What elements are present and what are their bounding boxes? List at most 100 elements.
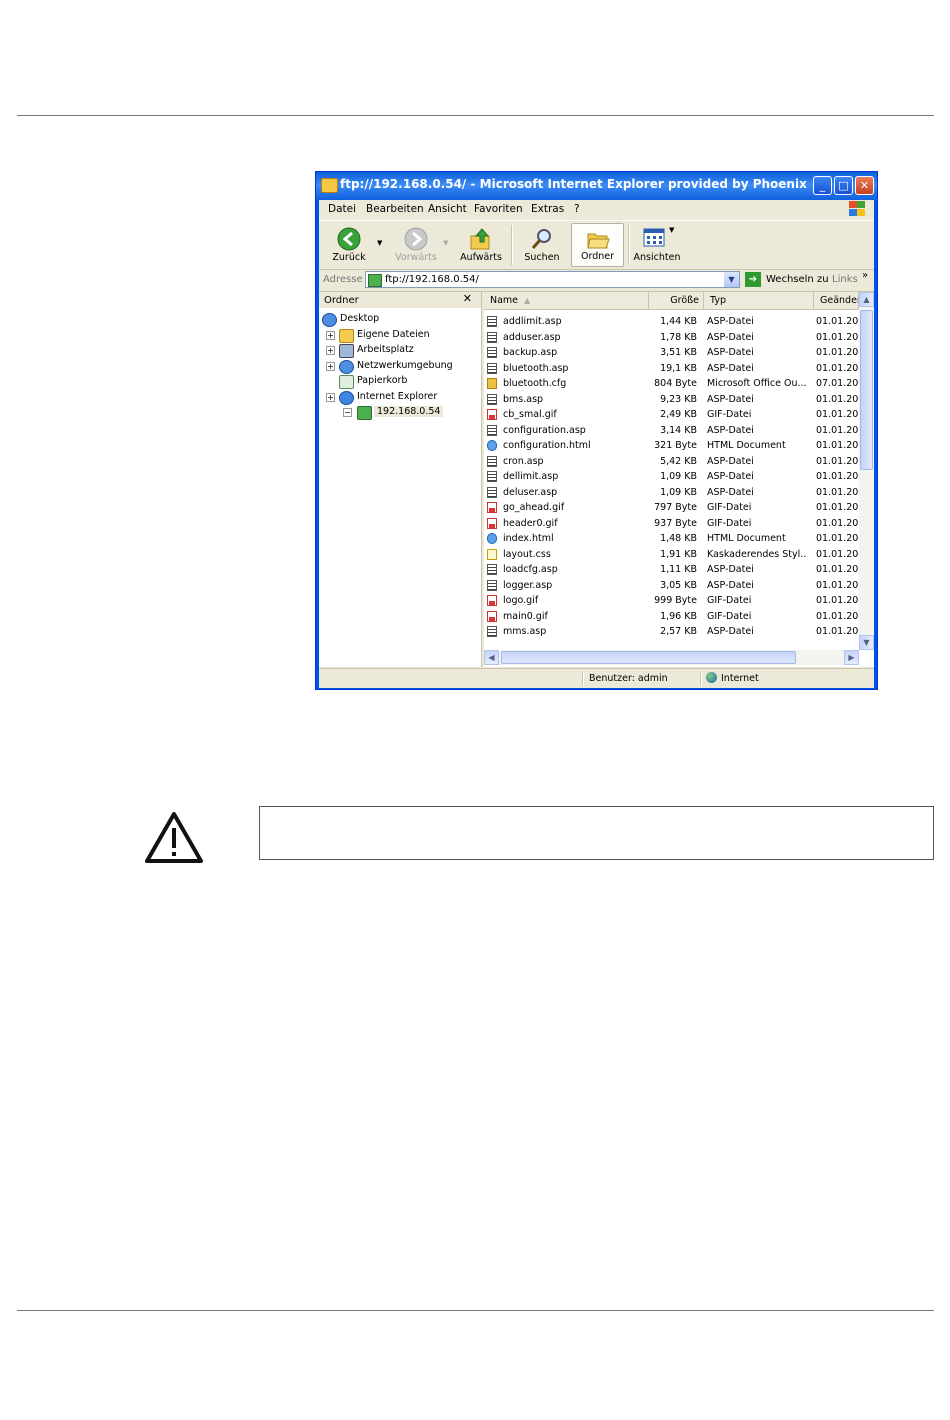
- table-row[interactable]: adduser.asp 1,78 KB ASP-Datei 01.01.200: [484, 331, 859, 346]
- table-row[interactable]: main0.gif 1,96 KB GIF-Datei 01.01.200: [484, 610, 859, 625]
- folder-icon: [587, 233, 610, 249]
- column-size[interactable]: Größe: [649, 292, 704, 309]
- table-row[interactable]: backup.asp 3,51 KB ASP-Datei 01.01.200: [484, 346, 859, 361]
- collapse-icon[interactable]: −: [343, 408, 352, 417]
- column-type[interactable]: Typ: [704, 292, 814, 309]
- window-title: ftp://192.168.0.54/ - Microsoft Internet…: [340, 177, 810, 191]
- table-row[interactable]: loadcfg.asp 1,11 KB ASP-Datei 01.01.200: [484, 563, 859, 578]
- up-button[interactable]: Aufwärts: [455, 223, 507, 267]
- links-button[interactable]: Links: [832, 274, 858, 285]
- file-date: 01.01.200: [816, 564, 859, 575]
- file-name: bluetooth.cfg: [503, 378, 567, 389]
- column-date[interactable]: Geändert: [814, 292, 859, 309]
- forward-dropdown-icon[interactable]: ▼: [443, 239, 448, 247]
- views-button[interactable]: ▼ Ansichten: [633, 223, 681, 267]
- expand-icon[interactable]: +: [326, 346, 335, 355]
- file-type: GIF-Datei: [707, 517, 752, 529]
- file-type: ASP-Datei: [707, 455, 754, 467]
- file-date: 01.01.200: [816, 331, 859, 343]
- table-row[interactable]: bluetooth.asp 19,1 KB ASP-Datei 01.01.200: [484, 362, 859, 377]
- toolbar: Zurück ▼ Vorwärts ▼ Aufwärts Suchen Ordn…: [319, 220, 874, 270]
- menu-extras[interactable]: Extras: [531, 203, 564, 215]
- table-row[interactable]: deluser.asp 1,09 KB ASP-Datei 01.01.200: [484, 486, 859, 501]
- table-row[interactable]: bluetooth.cfg 804 Byte Microsoft Office Ou…: [484, 377, 859, 392]
- table-row[interactable]: configuration.asp 3,14 KB ASP-Datei 01.01.2…: [484, 424, 859, 439]
- file-date: 01.01.200: [816, 610, 859, 622]
- table-row[interactable]: logo.gif 999 Byte GIF-Datei 01.01.200: [484, 594, 859, 609]
- folder-icon: [321, 178, 338, 193]
- table-row[interactable]: bms.asp 9,23 KB ASP-Datei 01.01.200: [484, 393, 859, 408]
- menu-favoriten[interactable]: Favoriten: [474, 203, 523, 215]
- file-date: 01.01.200: [816, 316, 859, 327]
- close-button[interactable]: ✕: [855, 176, 874, 195]
- go-label: Wechseln zu: [766, 274, 829, 285]
- back-dropdown-icon[interactable]: ▼: [377, 239, 382, 247]
- forward-button[interactable]: Vorwärts: [391, 223, 441, 267]
- table-row[interactable]: addlimit.asp 1,44 KB ASP-Datei 01.01.200: [484, 315, 859, 330]
- table-row[interactable]: layout.css 1,91 KB Kaskaderendes Styl... 01…: [484, 548, 859, 563]
- file-name: dellimit.asp: [503, 471, 559, 482]
- chevron-right-icon[interactable]: »: [862, 270, 868, 281]
- maximize-button[interactable]: □: [834, 176, 853, 195]
- table-row[interactable]: mms.asp 2,57 KB ASP-Datei 01.01.200: [484, 625, 859, 640]
- sort-up-icon: ▲: [524, 296, 531, 305]
- file-date: 01.01.200: [816, 579, 859, 591]
- scroll-up-icon[interactable]: ▲: [859, 292, 874, 307]
- table-row[interactable]: index.html 1,48 KB HTML Document 01.01.200: [484, 532, 859, 547]
- scroll-right-icon[interactable]: ▶: [844, 650, 859, 665]
- file-size: 1,09 KB: [660, 486, 697, 498]
- file-date: 01.01.200: [816, 517, 859, 529]
- menu-bearbeiten[interactable]: Bearbeiten: [366, 203, 424, 215]
- file-date: 01.01.200: [816, 533, 859, 544]
- status-separator: [700, 671, 702, 686]
- file-cfg-icon: [487, 378, 497, 389]
- search-button[interactable]: Suchen: [517, 223, 567, 267]
- table-row[interactable]: configuration.html 321 Byte HTML Document 0…: [484, 439, 859, 454]
- menu-bar: Datei Bearbeiten Ansicht Favoriten Extra…: [319, 200, 874, 219]
- close-icon[interactable]: ✕: [463, 292, 472, 305]
- expand-icon[interactable]: +: [326, 331, 335, 340]
- file-type: GIF-Datei: [707, 610, 752, 622]
- table-row[interactable]: header0.gif 937 Byte GIF-Datei 01.01.200: [484, 517, 859, 532]
- scroll-down-icon[interactable]: ▼: [859, 635, 874, 650]
- views-label: Ansichten: [633, 252, 681, 263]
- chevron-down-icon[interactable]: ▼: [724, 272, 739, 287]
- table-row[interactable]: go_ahead.gif 797 Byte GIF-Datei 01.01.200: [484, 501, 859, 516]
- file-size: 9,23 KB: [660, 393, 697, 405]
- folders-button[interactable]: Ordner: [571, 223, 624, 267]
- file-size: 321 Byte: [654, 440, 697, 451]
- folder-pane: Ordner ✕ Desktop + Eigene Dateien + Arbe…: [319, 292, 482, 667]
- address-input[interactable]: ftp://192.168.0.54/ ▼: [365, 271, 740, 288]
- title-bar[interactable]: ftp://192.168.0.54/ - Microsoft Internet…: [316, 172, 877, 200]
- views-dropdown-icon: ▼: [669, 226, 675, 234]
- horizontal-scrollbar[interactable]: ◀ ▶: [484, 650, 859, 665]
- scroll-thumb[interactable]: [860, 310, 873, 470]
- file-asp-icon: [487, 486, 497, 498]
- vertical-scrollbar[interactable]: ▲ ▼: [859, 292, 874, 650]
- file-name: cron.asp: [503, 455, 544, 467]
- file-size: 3,14 KB: [660, 424, 697, 436]
- toolbar-separator: [511, 225, 513, 265]
- table-row[interactable]: dellimit.asp 1,09 KB ASP-Datei 01.01.200: [484, 470, 859, 485]
- window-client: Datei Bearbeiten Ansicht Favoriten Extra…: [319, 200, 874, 688]
- menu-help[interactable]: ?: [574, 203, 580, 215]
- address-bar: Adresse ftp://192.168.0.54/ ▼ ➔ Wechseln…: [319, 269, 874, 292]
- scroll-left-icon[interactable]: ◀: [484, 650, 499, 665]
- table-row[interactable]: cron.asp 5,42 KB ASP-Datei 01.01.200: [484, 455, 859, 470]
- expand-icon[interactable]: +: [326, 362, 335, 371]
- file-type: Kaskaderendes Styl...: [707, 548, 807, 560]
- column-name[interactable]: Name ▲: [484, 292, 649, 309]
- minimize-button[interactable]: _: [813, 176, 832, 195]
- file-asp-icon: [487, 424, 497, 436]
- forward-arrow-icon: [404, 227, 428, 251]
- table-row[interactable]: logger.asp 3,05 KB ASP-Datei 01.01.200: [484, 579, 859, 594]
- menu-datei[interactable]: Datei: [328, 203, 356, 215]
- expand-icon[interactable]: +: [326, 393, 335, 402]
- tree-label: Internet Explorer: [357, 391, 438, 402]
- file-size: 937 Byte: [654, 517, 697, 529]
- menu-ansicht[interactable]: Ansicht: [428, 203, 467, 215]
- file-asp-icon: [487, 564, 497, 575]
- back-button[interactable]: Zurück: [325, 223, 373, 267]
- scroll-thumb[interactable]: [501, 651, 796, 664]
- table-row[interactable]: cb_smal.gif 2,49 KB GIF-Datei 01.01.200: [484, 408, 859, 423]
